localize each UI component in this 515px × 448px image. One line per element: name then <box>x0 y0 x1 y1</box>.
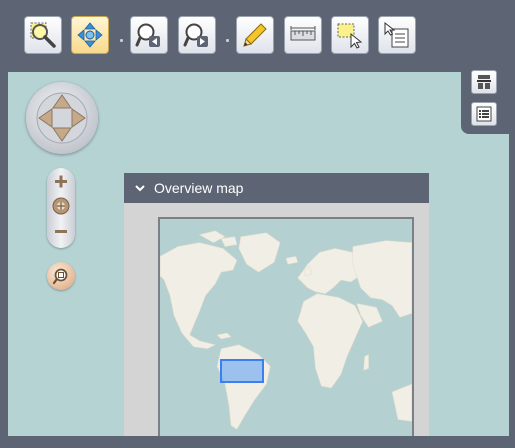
ruler-icon <box>290 26 316 41</box>
zoom-out-button <box>55 230 67 233</box>
overview-title: Overview map <box>154 180 244 196</box>
side-panel-tabs <box>461 64 509 134</box>
overview-extent-box[interactable] <box>220 359 264 383</box>
world-map <box>160 230 412 446</box>
pan-control[interactable] <box>26 82 98 154</box>
zoom-next-button[interactable] <box>178 16 216 54</box>
chevron-down-icon[interactable] <box>134 182 146 194</box>
layers-icon <box>477 75 491 89</box>
overview-map-frame[interactable] <box>158 217 414 448</box>
toolbar-separator <box>226 39 229 42</box>
zoom-previous-button[interactable] <box>130 16 168 54</box>
select-features-button[interactable] <box>331 16 369 54</box>
draw-button[interactable] <box>236 16 274 54</box>
zoom-slider[interactable] <box>47 168 75 248</box>
full-extent-button[interactable] <box>47 262 75 290</box>
identify-list-icon <box>384 21 409 48</box>
bottom-edge <box>0 436 515 448</box>
zoom-in-button <box>55 175 67 188</box>
overview-body <box>124 203 429 448</box>
map-toolbar <box>0 0 515 72</box>
legend-list-icon <box>476 106 492 122</box>
toolbar-separator <box>120 39 123 42</box>
zoom-forward-icon <box>183 23 208 47</box>
select-box-icon <box>337 23 363 49</box>
pencil-icon <box>243 23 267 47</box>
overview-map-panel: Overview map <box>124 173 429 448</box>
magnifier-box-icon <box>30 22 56 48</box>
measure-button[interactable] <box>284 16 322 54</box>
pan-compass-icon <box>36 92 88 144</box>
zoom-slider-graphic <box>52 175 70 233</box>
layers-tab[interactable] <box>471 70 497 94</box>
full-extent-icon <box>52 268 68 285</box>
zoom-slider-thumb <box>52 197 70 215</box>
legend-tab[interactable] <box>471 102 497 126</box>
pan-arrows-icon <box>77 22 103 48</box>
zoom-back-icon <box>135 23 160 47</box>
pan-tool-button[interactable] <box>71 16 109 54</box>
zoom-box-tool-button[interactable] <box>24 16 62 54</box>
overview-header[interactable]: Overview map <box>124 173 429 203</box>
identify-button[interactable] <box>378 16 416 54</box>
